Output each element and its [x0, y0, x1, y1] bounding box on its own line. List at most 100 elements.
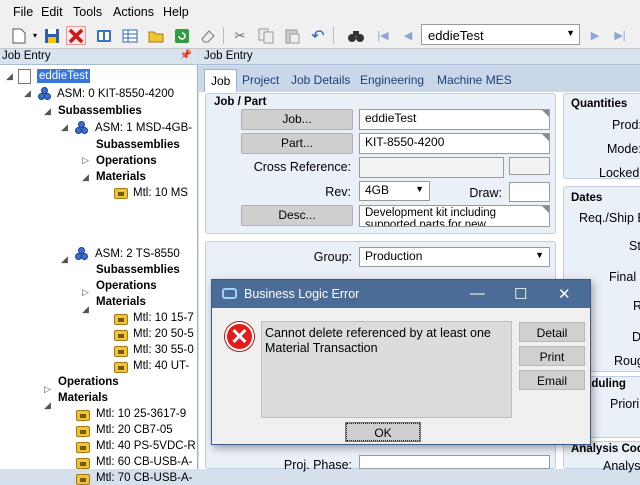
part-button[interactable]: Part... — [241, 133, 353, 154]
grid-icon[interactable] — [120, 26, 140, 45]
tab-machine-mes[interactable]: Machine MES — [437, 73, 512, 87]
collapse-arrow-icon[interactable]: ◢ — [24, 88, 34, 99]
tab-bar: Job Project Job Details Engineering Mach… — [199, 66, 640, 92]
dialog-title-bar[interactable]: Business Logic Error — ☐ ✕ — [212, 280, 590, 308]
expand-arrow-icon[interactable]: ▷ — [44, 384, 54, 395]
collapse-arrow-icon[interactable]: ◢ — [82, 304, 92, 315]
tree-node-material[interactable]: Mtl: 10 25-3617-9 — [96, 407, 186, 421]
menu-help[interactable]: Help — [163, 5, 189, 19]
tab-project[interactable]: Project — [242, 73, 279, 87]
part-number-field[interactable]: KIT-8550-4200 — [359, 133, 550, 154]
delete-icon[interactable] — [66, 26, 86, 45]
menu-file[interactable]: File — [13, 5, 33, 19]
paste-icon[interactable] — [282, 26, 302, 45]
eraser-icon[interactable] — [198, 26, 218, 45]
print-button[interactable]: Print — [519, 346, 585, 366]
tree-node-material[interactable]: Mtl: 20 50-5 — [133, 327, 194, 341]
tree-node-operations[interactable]: Operations — [58, 375, 119, 389]
customer-selector[interactable]: eddieTest ▼ — [421, 24, 580, 45]
tree-node-operations[interactable]: Operations — [96, 279, 157, 293]
menu-tools[interactable]: Tools — [73, 5, 102, 19]
tree-node-root[interactable]: eddieTest — [37, 69, 91, 83]
tree-node-material[interactable]: Mtl: 10 MS — [133, 186, 188, 200]
menu-edit[interactable]: Edit — [41, 5, 63, 19]
tree-node-material[interactable]: Mtl: 60 CB-USB-A- — [96, 455, 193, 469]
tree-node-subassemblies[interactable]: Subassemblies — [96, 138, 180, 152]
save-icon[interactable] — [42, 26, 62, 45]
group-select[interactable]: Production ▼ — [359, 247, 550, 267]
refresh-icon[interactable] — [172, 26, 192, 45]
tree-node-material[interactable]: Mtl: 40 UT- — [133, 359, 189, 373]
scheduling-title: eduling — [585, 378, 626, 390]
job-button[interactable]: Job... — [241, 109, 353, 130]
tree-node-subassemblies[interactable]: Subassemblies — [58, 104, 142, 118]
folder-icon[interactable] — [146, 26, 166, 45]
priority-label: Priori — [610, 397, 640, 411]
material-icon — [76, 442, 90, 453]
tree-node-asm-2[interactable]: ASM: 2 TS-8550 — [95, 247, 180, 261]
collapse-arrow-icon[interactable]: ◢ — [82, 172, 92, 183]
tab-engineering[interactable]: Engineering — [360, 73, 424, 87]
tree-node-material[interactable]: Mtl: 70 CB-USB-A- — [96, 471, 193, 485]
collapse-arrow-icon[interactable]: ◢ — [6, 71, 16, 82]
job-number-field[interactable]: eddieTest — [359, 109, 550, 130]
tree-node-material[interactable]: Mtl: 30 55-0 — [133, 343, 194, 357]
collapse-arrow-icon[interactable]: ◢ — [44, 106, 54, 117]
minimize-icon[interactable]: — — [470, 285, 485, 302]
new-dropdown-icon[interactable]: ▾ — [30, 26, 40, 45]
expand-arrow-icon[interactable]: ▷ — [82, 287, 92, 298]
chevron-down-icon[interactable]: ▼ — [415, 184, 424, 194]
binoculars-icon[interactable] — [346, 26, 366, 45]
tree-node-material[interactable]: Mtl: 10 15-7 — [133, 311, 194, 325]
cut-icon[interactable]: ✂ — [230, 26, 250, 45]
tree-node-material[interactable]: Mtl: 20 CB7-05 — [96, 423, 173, 437]
description-field[interactable]: Development kit including supported part… — [359, 205, 550, 227]
email-button[interactable]: Email — [519, 370, 585, 390]
tree-node-materials[interactable]: Materials — [96, 295, 146, 309]
tree-node-materials[interactable]: Materials — [58, 391, 108, 405]
tab-job-details[interactable]: Job Details — [291, 73, 350, 87]
next-icon[interactable]: ▶ — [585, 26, 605, 45]
assembly-icon — [75, 121, 89, 135]
book-icon[interactable] — [94, 26, 114, 45]
close-icon[interactable]: ✕ — [558, 285, 571, 303]
desc-button[interactable]: Desc... — [241, 205, 353, 226]
new-icon[interactable] — [9, 26, 29, 45]
rev-label: Rev: — [325, 185, 351, 199]
detail-button[interactable]: Detail — [519, 322, 585, 342]
undo-icon[interactable]: ↶ — [308, 26, 328, 45]
maximize-icon[interactable]: ☐ — [514, 285, 527, 303]
tree-node-asm-0[interactable]: ASM: 0 KIT-8550-4200 — [57, 87, 174, 101]
customer-selector-value: eddieTest — [428, 28, 484, 43]
first-icon[interactable]: |◀ — [373, 26, 393, 45]
group-label: Group: — [313, 250, 352, 264]
menu-bar: File Edit Tools Actions Help — [0, 0, 640, 22]
tab-job[interactable]: Job — [204, 69, 238, 92]
tree-node-asm-1[interactable]: ASM: 1 MSD-4GB- — [95, 121, 192, 135]
chevron-down-icon[interactable]: ▼ — [535, 250, 544, 260]
draw-field[interactable] — [509, 182, 550, 202]
chevron-down-icon[interactable]: ▼ — [566, 28, 575, 38]
menu-actions[interactable]: Actions — [113, 5, 154, 19]
tree-node-operations[interactable]: Operations — [96, 154, 157, 168]
job-icon — [18, 69, 31, 84]
main-panel-header: Job Entry — [199, 49, 640, 65]
tree-node-materials[interactable]: Materials — [96, 170, 146, 184]
rev-select[interactable]: 4GB ▼ — [359, 181, 430, 201]
tree-node-material[interactable]: Mtl: 40 PS-5VDC-R — [96, 439, 196, 453]
rev-value: 4GB — [365, 183, 390, 197]
collapse-arrow-icon[interactable]: ◢ — [61, 254, 71, 265]
pin-icon[interactable]: 📌 — [180, 50, 192, 61]
ok-button[interactable]: OK — [345, 422, 421, 442]
tree-node-subassemblies[interactable]: Subassemblies — [96, 263, 180, 277]
prev-icon[interactable]: ◀ — [398, 26, 418, 45]
cross-reference-extra-field[interactable] — [509, 157, 550, 175]
proj-phase-select[interactable] — [359, 455, 550, 469]
collapse-arrow-icon[interactable]: ◢ — [44, 400, 54, 411]
expand-arrow-icon[interactable]: ▷ — [82, 155, 92, 166]
last-icon[interactable]: ▶| — [610, 26, 630, 45]
copy-icon[interactable] — [256, 26, 276, 45]
error-icon: ✕ — [225, 322, 254, 351]
cross-reference-field[interactable] — [359, 157, 504, 178]
collapse-arrow-icon[interactable]: ◢ — [61, 122, 71, 133]
